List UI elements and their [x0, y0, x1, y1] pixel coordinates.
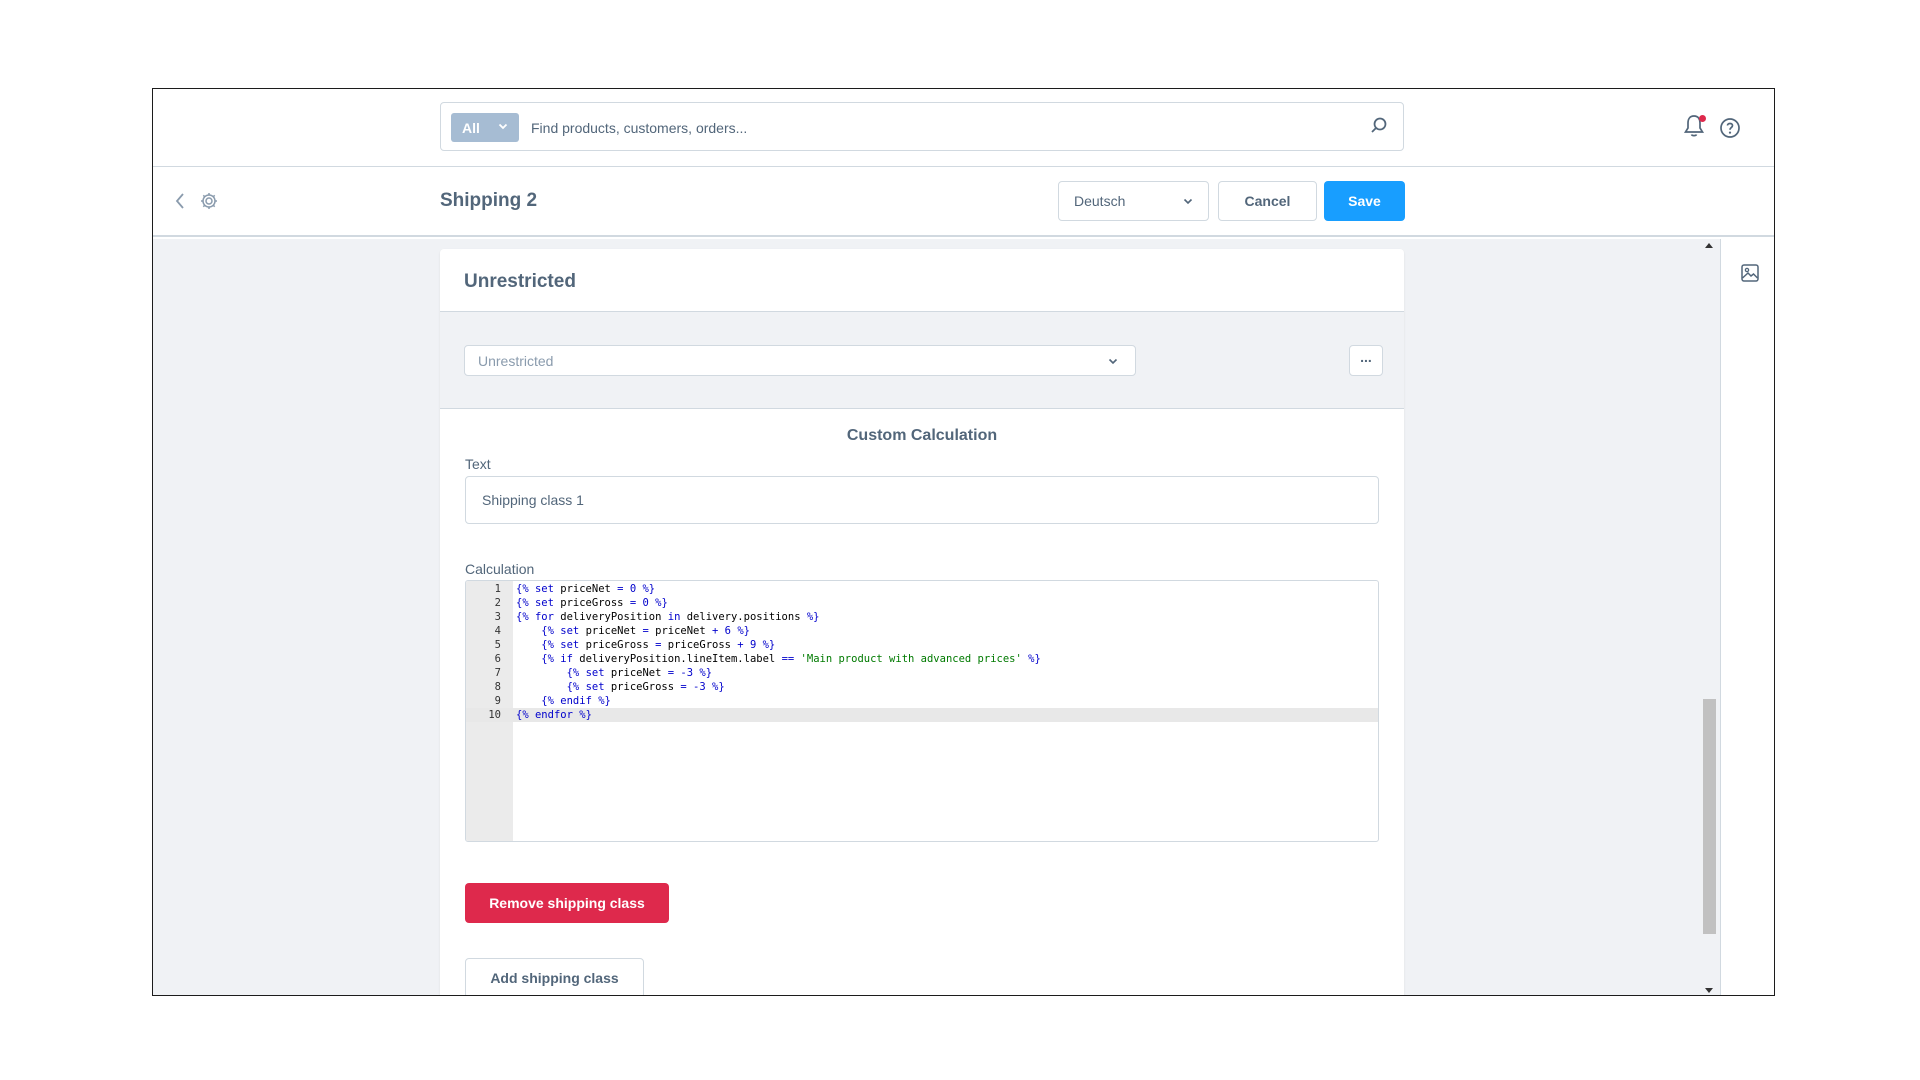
save-button[interactable]: Save	[1324, 181, 1405, 221]
code-editor[interactable]: 1 {% set priceNet = 0 %} 2 {% set priceGros…	[465, 580, 1379, 842]
help-icon[interactable]	[1719, 117, 1741, 139]
smart-bar: Shipping 2 Deutsch Cancel Save	[153, 167, 1774, 237]
custom-calculation-title: Custom Calculation	[846, 427, 998, 444]
search-icon[interactable]	[1369, 116, 1389, 136]
text-field[interactable]	[465, 476, 1379, 524]
text-field-label: Text	[465, 456, 491, 472]
language-select-value: Deutsch	[1074, 193, 1126, 209]
app-window: All Shipping 2 Deutsch Cancel Save Unres…	[152, 88, 1775, 996]
page-title: Shipping 2	[440, 190, 538, 211]
line-number: 8	[494, 681, 501, 693]
line-number: 4	[494, 625, 501, 637]
line-number: 6	[494, 653, 501, 665]
chevron-down-icon	[1183, 198, 1193, 205]
add-shipping-class-button[interactable]: Add shipping class	[465, 958, 644, 995]
code-line[interactable]: 2 {% set priceGross = 0 %}	[466, 596, 1378, 610]
rule-select-value: Unrestricted	[478, 353, 554, 369]
code-line[interactable]: 10 {% endfor %}	[466, 708, 1378, 722]
top-bar: All	[153, 89, 1774, 167]
rule-select[interactable]: Unrestricted	[464, 345, 1136, 376]
shipping-class-card: Unrestricted Unrestricted ... Custom Cal…	[440, 249, 1404, 995]
search-input[interactable]	[531, 113, 1331, 142]
rule-area: Unrestricted ...	[440, 312, 1404, 409]
line-number: 3	[494, 611, 501, 623]
search-type-select[interactable]: All	[451, 113, 519, 142]
chevron-down-icon	[1108, 358, 1118, 365]
code-line[interactable]: 1 {% set priceNet = 0 %}	[466, 582, 1378, 596]
language-select[interactable]: Deutsch	[1058, 181, 1209, 221]
code-text[interactable]: {% set priceGross = priceGross + 9 %}	[516, 638, 775, 652]
content-area: Unrestricted Unrestricted ... Custom Cal…	[153, 239, 1720, 995]
code-text[interactable]: {% endif %}	[516, 694, 611, 708]
back-icon[interactable]	[173, 191, 187, 211]
chevron-down-icon	[498, 123, 508, 130]
code-line[interactable]: 6 {% if deliveryPosition.lineItem.label …	[466, 652, 1378, 666]
code-text[interactable]: {% set priceGross = -3 %}	[516, 680, 725, 694]
line-number: 7	[494, 667, 501, 679]
notification-dot	[1699, 115, 1706, 122]
code-line[interactable]: 7 {% set priceNet = -3 %}	[466, 666, 1378, 680]
line-number: 2	[494, 597, 501, 609]
search-type-label: All	[462, 120, 480, 136]
code-text[interactable]: {% for deliveryPosition in delivery.posi…	[516, 610, 820, 624]
code-line[interactable]: 9 {% endif %}	[466, 694, 1378, 708]
right-sidebar	[1720, 239, 1774, 995]
scrollbar[interactable]	[1699, 239, 1720, 995]
line-number: 10	[488, 709, 501, 721]
code-text[interactable]: {% set priceGross = 0 %}	[516, 596, 668, 610]
scroll-up-arrow[interactable]	[1705, 243, 1713, 248]
code-line[interactable]: 4 {% set priceNet = priceNet + 6 %}	[466, 624, 1378, 638]
search-bar: All	[440, 102, 1404, 151]
image-icon[interactable]	[1740, 263, 1760, 283]
code-text[interactable]: {% if deliveryPosition.lineItem.label ==…	[516, 652, 1041, 666]
scrollbar-thumb[interactable]	[1703, 699, 1716, 934]
calculation-label: Calculation	[465, 561, 535, 577]
line-number: 9	[494, 695, 501, 707]
code-text[interactable]: {% endfor %}	[516, 708, 592, 722]
remove-shipping-class-button[interactable]: Remove shipping class	[465, 883, 669, 923]
code-text[interactable]: {% set priceNet = -3 %}	[516, 666, 712, 680]
line-number: 5	[494, 639, 501, 651]
gear-icon[interactable]	[199, 191, 219, 211]
more-actions-button[interactable]: ...	[1349, 345, 1383, 376]
scroll-down-arrow[interactable]	[1705, 988, 1713, 993]
code-text[interactable]: {% set priceNet = priceNet + 6 %}	[516, 624, 750, 638]
code-line[interactable]: 5 {% set priceGross = priceGross + 9 %}	[466, 638, 1378, 652]
card-title: Unrestricted	[464, 271, 576, 292]
code-line[interactable]: 3 {% for deliveryPosition in delivery.pos…	[466, 610, 1378, 624]
code-text[interactable]: {% set priceNet = 0 %}	[516, 582, 655, 596]
cancel-button[interactable]: Cancel	[1218, 181, 1317, 221]
line-number: 1	[494, 583, 501, 595]
code-line[interactable]: 8 {% set priceGross = -3 %}	[466, 680, 1378, 694]
